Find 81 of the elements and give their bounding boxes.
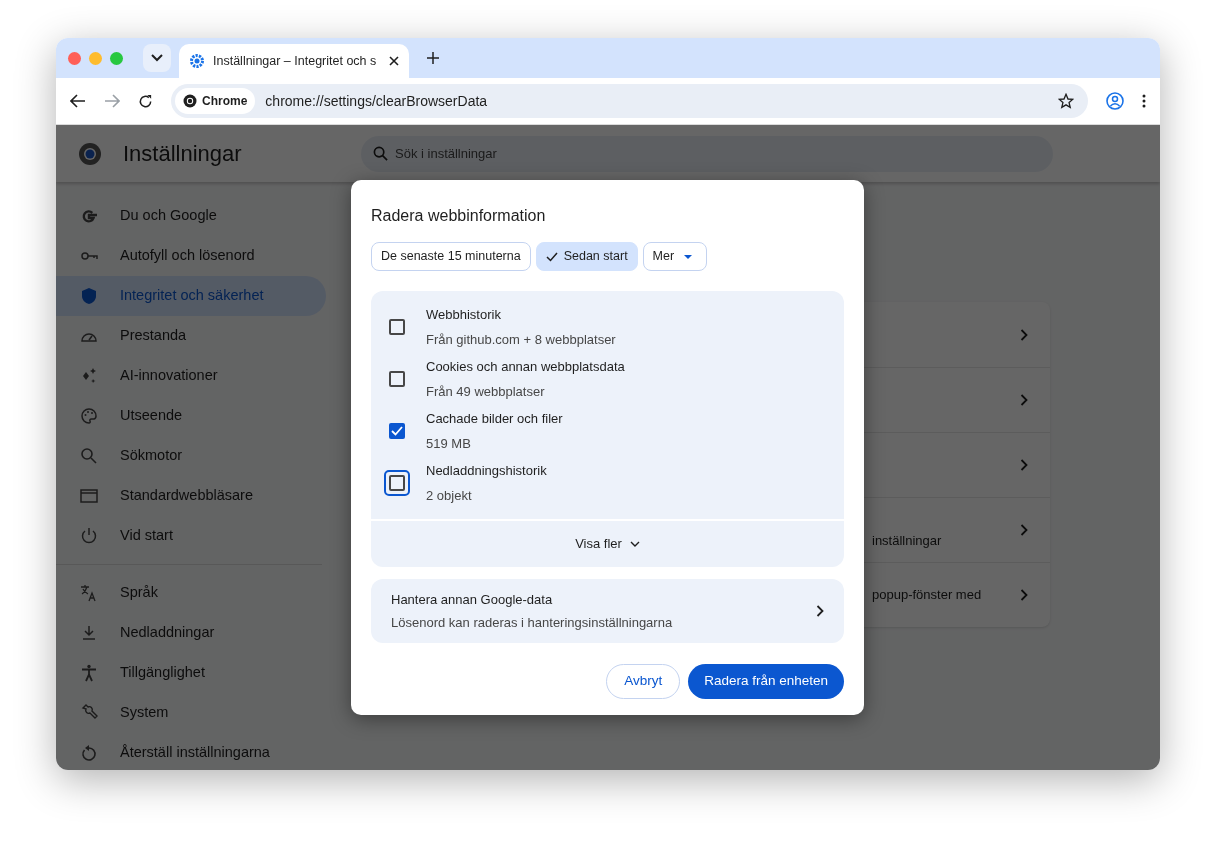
url-text: chrome://settings/clearBrowserData [265,91,489,111]
google-g-icon [80,207,98,225]
check-icon [391,426,403,436]
browser-tab[interactable]: Inställningar – Integritet och s [179,44,409,78]
star-icon[interactable] [1058,93,1074,109]
sidebar-item[interactable]: Utseende [56,396,326,436]
search-field[interactable]: Sök i inställningar [361,135,1053,172]
sidebar-item[interactable]: Sökmotor [56,436,326,476]
chevron-right-icon[interactable] [1020,589,1028,601]
option-title: Cookies och annan webbplatsdata [426,358,625,376]
delete-button[interactable]: Radera från enheten [688,664,844,699]
option-title: Cachade bilder och filer [426,410,563,428]
row-text: popup-fönster med [872,586,983,605]
option-description: Från github.com + 8 webbplatser [426,330,616,349]
chevron-right-icon[interactable] [1020,394,1028,406]
accessibility-icon [80,664,98,682]
chip-label: Chrome [202,93,248,110]
sidebar-item[interactable]: Integritet och säkerhet [56,276,326,316]
download-icon [80,624,98,642]
search-icon [80,447,98,465]
reset-icon [80,744,98,762]
caret-icon [684,254,693,259]
dropdown-button[interactable]: Mer [642,242,708,271]
sparkle-icon [80,367,98,385]
option-title: Webbhistorik [426,306,502,324]
cancel-button[interactable]: Avbryt [606,664,681,699]
tab-title: Inställningar – Integritet och s [213,52,378,70]
site-chip[interactable]: Chrome [175,88,256,114]
time-range-chip[interactable]: Sedan start [535,242,638,271]
row-description: Lösenord kan raderas i hanteringsinställningarna [391,614,674,632]
chevron-down-icon [629,541,640,547]
sidebar-item[interactable]: Språk [56,573,326,613]
checkbox[interactable] [389,319,405,335]
reload-icon[interactable] [138,93,153,109]
sidebar-item[interactable]: Standardwebbläsare [56,476,326,516]
address-bar[interactable]: Chrome chrome://settings/clearBrowserData [171,84,1088,118]
sidebar-item[interactable]: Autofyll och lösenord [56,236,326,276]
option-description: 519 MB [426,434,472,453]
option-description: Från 49 webbplatser [426,382,546,401]
option-description: 2 objekt [426,486,473,505]
back-icon[interactable] [70,94,86,108]
forward-icon[interactable] [104,94,120,108]
new-tab-icon[interactable] [427,52,439,64]
sidebar-item[interactable]: System [56,693,326,733]
translate-icon [80,584,98,602]
sidebar-item[interactable]: Prestanda [56,316,326,356]
sidebar-item[interactable]: Du och Google [56,196,326,236]
chevron-down-icon [151,54,163,62]
sidebar-item[interactable]: Tillgänglighet [56,653,326,693]
chevron-right-icon[interactable] [1020,524,1028,536]
dialog-title: Radera webbinformation [371,206,547,226]
power-icon [80,527,98,545]
shield-icon [80,287,98,305]
browser-window-icon [80,487,98,505]
page-title: Inställningar [123,140,243,168]
profile-icon[interactable] [1106,92,1124,110]
sidebar-item[interactable]: Vid start [56,516,326,556]
chevron-right-icon[interactable] [1020,328,1028,341]
option-title: Nedladdningshistorik [426,462,547,480]
show-more-button[interactable]: Visa fler [371,521,844,567]
gear-icon [189,53,205,69]
chrome-logo-icon [78,141,102,166]
chevron-right-icon[interactable] [1020,459,1028,471]
chrome-logo-icon [183,94,197,108]
menu-icon[interactable] [1142,94,1146,108]
row-title: Hantera annan Google-data [391,590,554,609]
check-icon [545,251,558,262]
sidebar-item[interactable]: AI-innovationer [56,356,326,396]
time-range-chip[interactable]: De senaste 15 minuterna [371,242,531,271]
manage-google-data-row[interactable]: Hantera annan Google-data Lösenord kan raderas i hanteringsinställningarna [371,579,844,643]
sidebar-item[interactable]: Nedladdningar [56,613,326,653]
sidebar-item[interactable]: Återställ inställningarna [56,733,326,770]
palette-icon [80,407,98,425]
chevron-right-icon [816,605,824,617]
checkbox[interactable] [389,475,405,491]
close-icon[interactable] [389,56,399,66]
checkbox[interactable] [389,371,405,387]
row-text: inställningar [872,532,943,551]
tab-search-button[interactable] [143,44,171,72]
search-icon [373,145,388,161]
checkbox[interactable] [389,423,405,439]
